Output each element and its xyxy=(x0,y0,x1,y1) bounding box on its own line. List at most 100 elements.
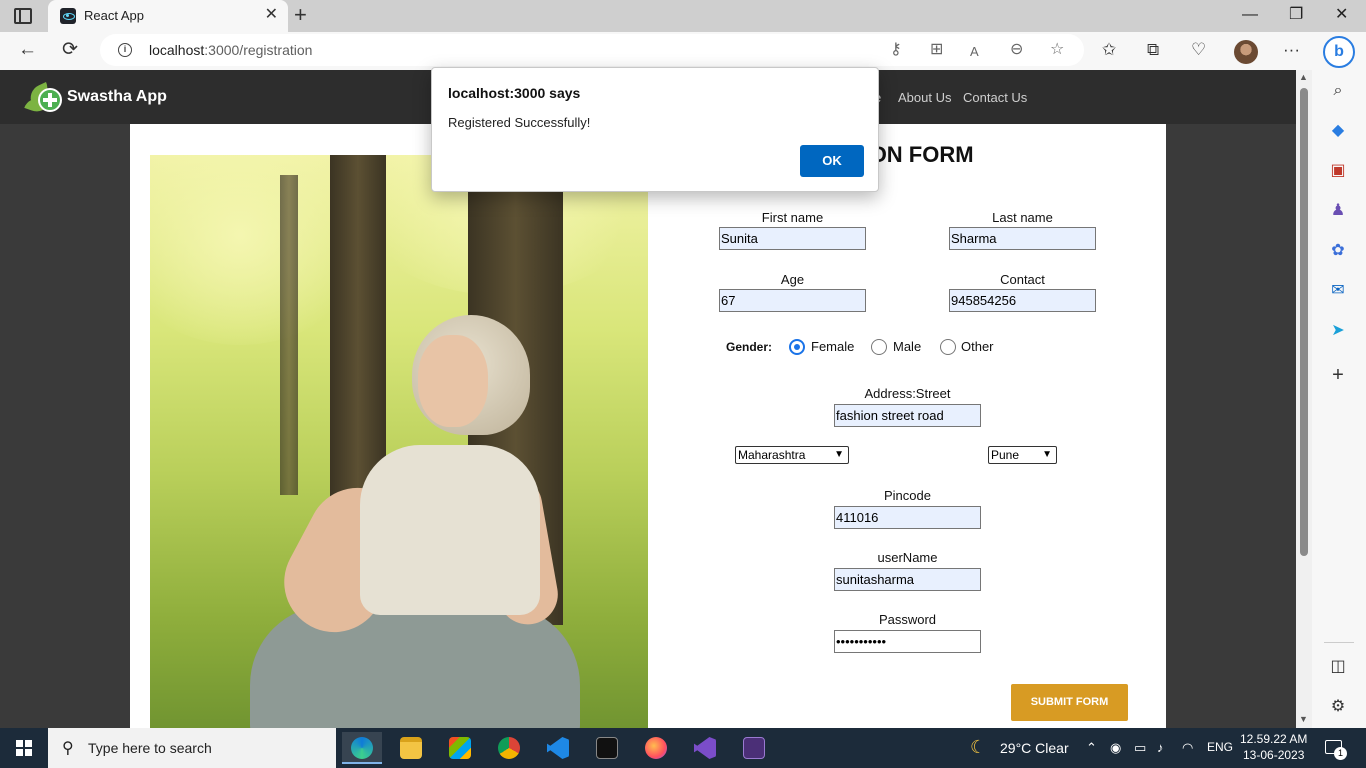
city-select[interactable]: Pune ▼ xyxy=(988,446,1057,464)
url-host: localhost xyxy=(149,42,205,58)
swastha-logo-icon[interactable] xyxy=(24,82,64,116)
contact-input[interactable]: 945854256 xyxy=(949,289,1096,312)
submit-form-button[interactable]: SUBMIT FORM xyxy=(1011,684,1128,721)
scroll-up-arrow-icon[interactable]: ▲ xyxy=(1299,72,1308,82)
tools-briefcase-icon[interactable]: ▣ xyxy=(1327,160,1349,182)
refresh-icon[interactable]: ⟳ xyxy=(62,38,78,62)
state-select-value: Maharashtra xyxy=(738,448,806,462)
gender-other-radio[interactable] xyxy=(940,339,956,355)
read-aloud-icon[interactable]: A xyxy=(970,42,979,62)
taskbar-chrome[interactable] xyxy=(489,732,529,764)
taskbar-visual-studio[interactable] xyxy=(685,732,725,764)
scroll-thumb[interactable] xyxy=(1300,88,1308,556)
last-name-input[interactable]: Sharma xyxy=(949,227,1096,250)
city-select-value: Pune xyxy=(991,448,1020,462)
browser-essentials-icon[interactable]: ♡ xyxy=(1191,40,1206,60)
new-tab-icon[interactable]: + xyxy=(294,3,307,27)
nav-link-about[interactable]: About Us xyxy=(898,90,951,105)
apps-icon[interactable]: ⊞ xyxy=(930,40,943,60)
age-input[interactable]: 67 xyxy=(719,289,866,312)
browser-toolbar: ← ⟳ i localhost:3000/registration ⚷ ⊞ A … xyxy=(0,32,1366,70)
taskbar-search-placeholder: Type here to search xyxy=(88,740,212,756)
pincode-input[interactable]: 411016 xyxy=(834,506,981,529)
last-name-label: Last name xyxy=(992,210,1053,225)
weather-text[interactable]: 29°C Clear xyxy=(1000,740,1069,756)
taskbar-app[interactable] xyxy=(734,732,774,764)
tab-close-icon[interactable]: ✕ xyxy=(265,6,278,24)
bing-copilot-icon[interactable]: b xyxy=(1323,36,1355,68)
dialog-ok-button[interactable]: OK xyxy=(800,145,864,177)
search-icon: ⚲ xyxy=(62,740,74,757)
search-icon[interactable]: ⌕ xyxy=(1327,80,1349,102)
zoom-icon[interactable]: ⊖ xyxy=(1010,40,1023,60)
meet-now-icon[interactable]: ◉ xyxy=(1110,740,1121,756)
clock-time: 12.59.22 AM xyxy=(1240,732,1308,746)
wifi-icon[interactable]: ◠ xyxy=(1182,740,1193,756)
tray-chevron-up-icon[interactable]: ⌃ xyxy=(1086,740,1097,756)
battery-icon[interactable]: ▭ xyxy=(1134,740,1146,756)
terminal-icon xyxy=(596,737,618,759)
settings-gear-icon[interactable]: ⚙ xyxy=(1327,696,1349,718)
gender-female-radio[interactable] xyxy=(789,339,805,355)
more-menu-icon[interactable]: ··· xyxy=(1283,40,1300,60)
age-label: Age xyxy=(780,272,805,287)
outlook-icon[interactable]: ✉ xyxy=(1327,280,1349,302)
brand-name[interactable]: Swastha App xyxy=(67,88,167,106)
taskbar-store[interactable] xyxy=(440,732,480,764)
first-name-input[interactable]: Sunita xyxy=(719,227,866,250)
volume-icon[interactable]: ♪ xyxy=(1157,740,1164,755)
favorite-star-icon[interactable]: ☆ xyxy=(1050,40,1064,60)
tab-actions-icon[interactable] xyxy=(14,8,32,24)
favorites-icon[interactable]: ✩ xyxy=(1102,40,1116,60)
dialog-message: Registered Successfully! xyxy=(448,115,591,130)
username-input[interactable]: sunitasharma xyxy=(834,568,981,591)
back-icon[interactable]: ← xyxy=(18,38,37,62)
language-indicator[interactable]: ENG xyxy=(1207,740,1233,754)
collections-icon[interactable]: ⧉ xyxy=(1147,40,1159,60)
browser-tab-strip: React App ✕ + — ❐ ✕ xyxy=(0,0,1366,32)
street-input[interactable]: fashion street road xyxy=(834,404,981,427)
profile-avatar[interactable] xyxy=(1234,40,1258,64)
send-icon[interactable]: ➤ xyxy=(1327,320,1349,342)
site-info-icon[interactable]: i xyxy=(118,43,132,57)
contact-label: Contact xyxy=(1000,272,1045,287)
gender-other-label[interactable]: Other xyxy=(961,339,994,354)
address-bar[interactable]: i localhost:3000/registration ⚷ ⊞ A ⊖ ☆ xyxy=(100,34,1084,66)
windows-start-icon[interactable] xyxy=(16,740,32,756)
microsoft-365-icon[interactable]: ✿ xyxy=(1327,240,1349,262)
taskbar-firefox[interactable] xyxy=(636,732,676,764)
yoga-woman-image xyxy=(150,155,648,728)
minimize-icon[interactable]: — xyxy=(1242,4,1258,26)
chrome-icon xyxy=(498,737,520,759)
scroll-down-arrow-icon[interactable]: ▼ xyxy=(1299,714,1308,724)
taskbar-vscode[interactable] xyxy=(538,732,578,764)
edge-icon xyxy=(351,737,373,759)
add-icon[interactable]: + xyxy=(1327,364,1349,386)
password-label: Password xyxy=(878,612,937,627)
url-text[interactable]: localhost:3000/registration xyxy=(149,42,312,58)
browser-tab[interactable]: React App ✕ xyxy=(48,0,288,32)
gender-female-label[interactable]: Female xyxy=(811,339,854,354)
window-close-icon[interactable]: ✕ xyxy=(1335,4,1348,26)
visual-studio-icon xyxy=(694,737,716,759)
url-path: :3000/registration xyxy=(204,42,313,58)
taskbar-clock[interactable]: 12.59.22 AM 13-06-2023 xyxy=(1240,731,1307,763)
taskbar-edge[interactable] xyxy=(342,732,382,764)
gender-male-radio[interactable] xyxy=(871,339,887,355)
nav-link-contact[interactable]: Contact Us xyxy=(963,90,1027,105)
key-icon[interactable]: ⚷ xyxy=(890,40,902,60)
page-scrollbar[interactable]: ▲ ▼ xyxy=(1296,70,1312,728)
password-input[interactable]: ••••••••••• xyxy=(834,630,981,653)
state-select[interactable]: Maharashtra ▼ xyxy=(735,446,849,464)
sidebar-toggle-icon[interactable]: ◫ xyxy=(1327,656,1349,678)
shopping-tag-icon[interactable]: ◆ xyxy=(1327,120,1349,142)
alert-dialog: localhost:3000 says Registered Successfu… xyxy=(431,67,879,192)
taskbar-search[interactable]: ⚲ Type here to search xyxy=(48,728,336,768)
taskbar-terminal[interactable] xyxy=(587,732,627,764)
games-icon[interactable]: ♟ xyxy=(1327,200,1349,222)
gender-male-label[interactable]: Male xyxy=(893,339,921,354)
weather-moon-icon[interactable]: ☾ xyxy=(970,737,986,758)
restore-icon[interactable]: ❐ xyxy=(1289,4,1303,26)
chevron-down-icon: ▼ xyxy=(834,449,844,460)
taskbar-file-explorer[interactable] xyxy=(391,732,431,764)
